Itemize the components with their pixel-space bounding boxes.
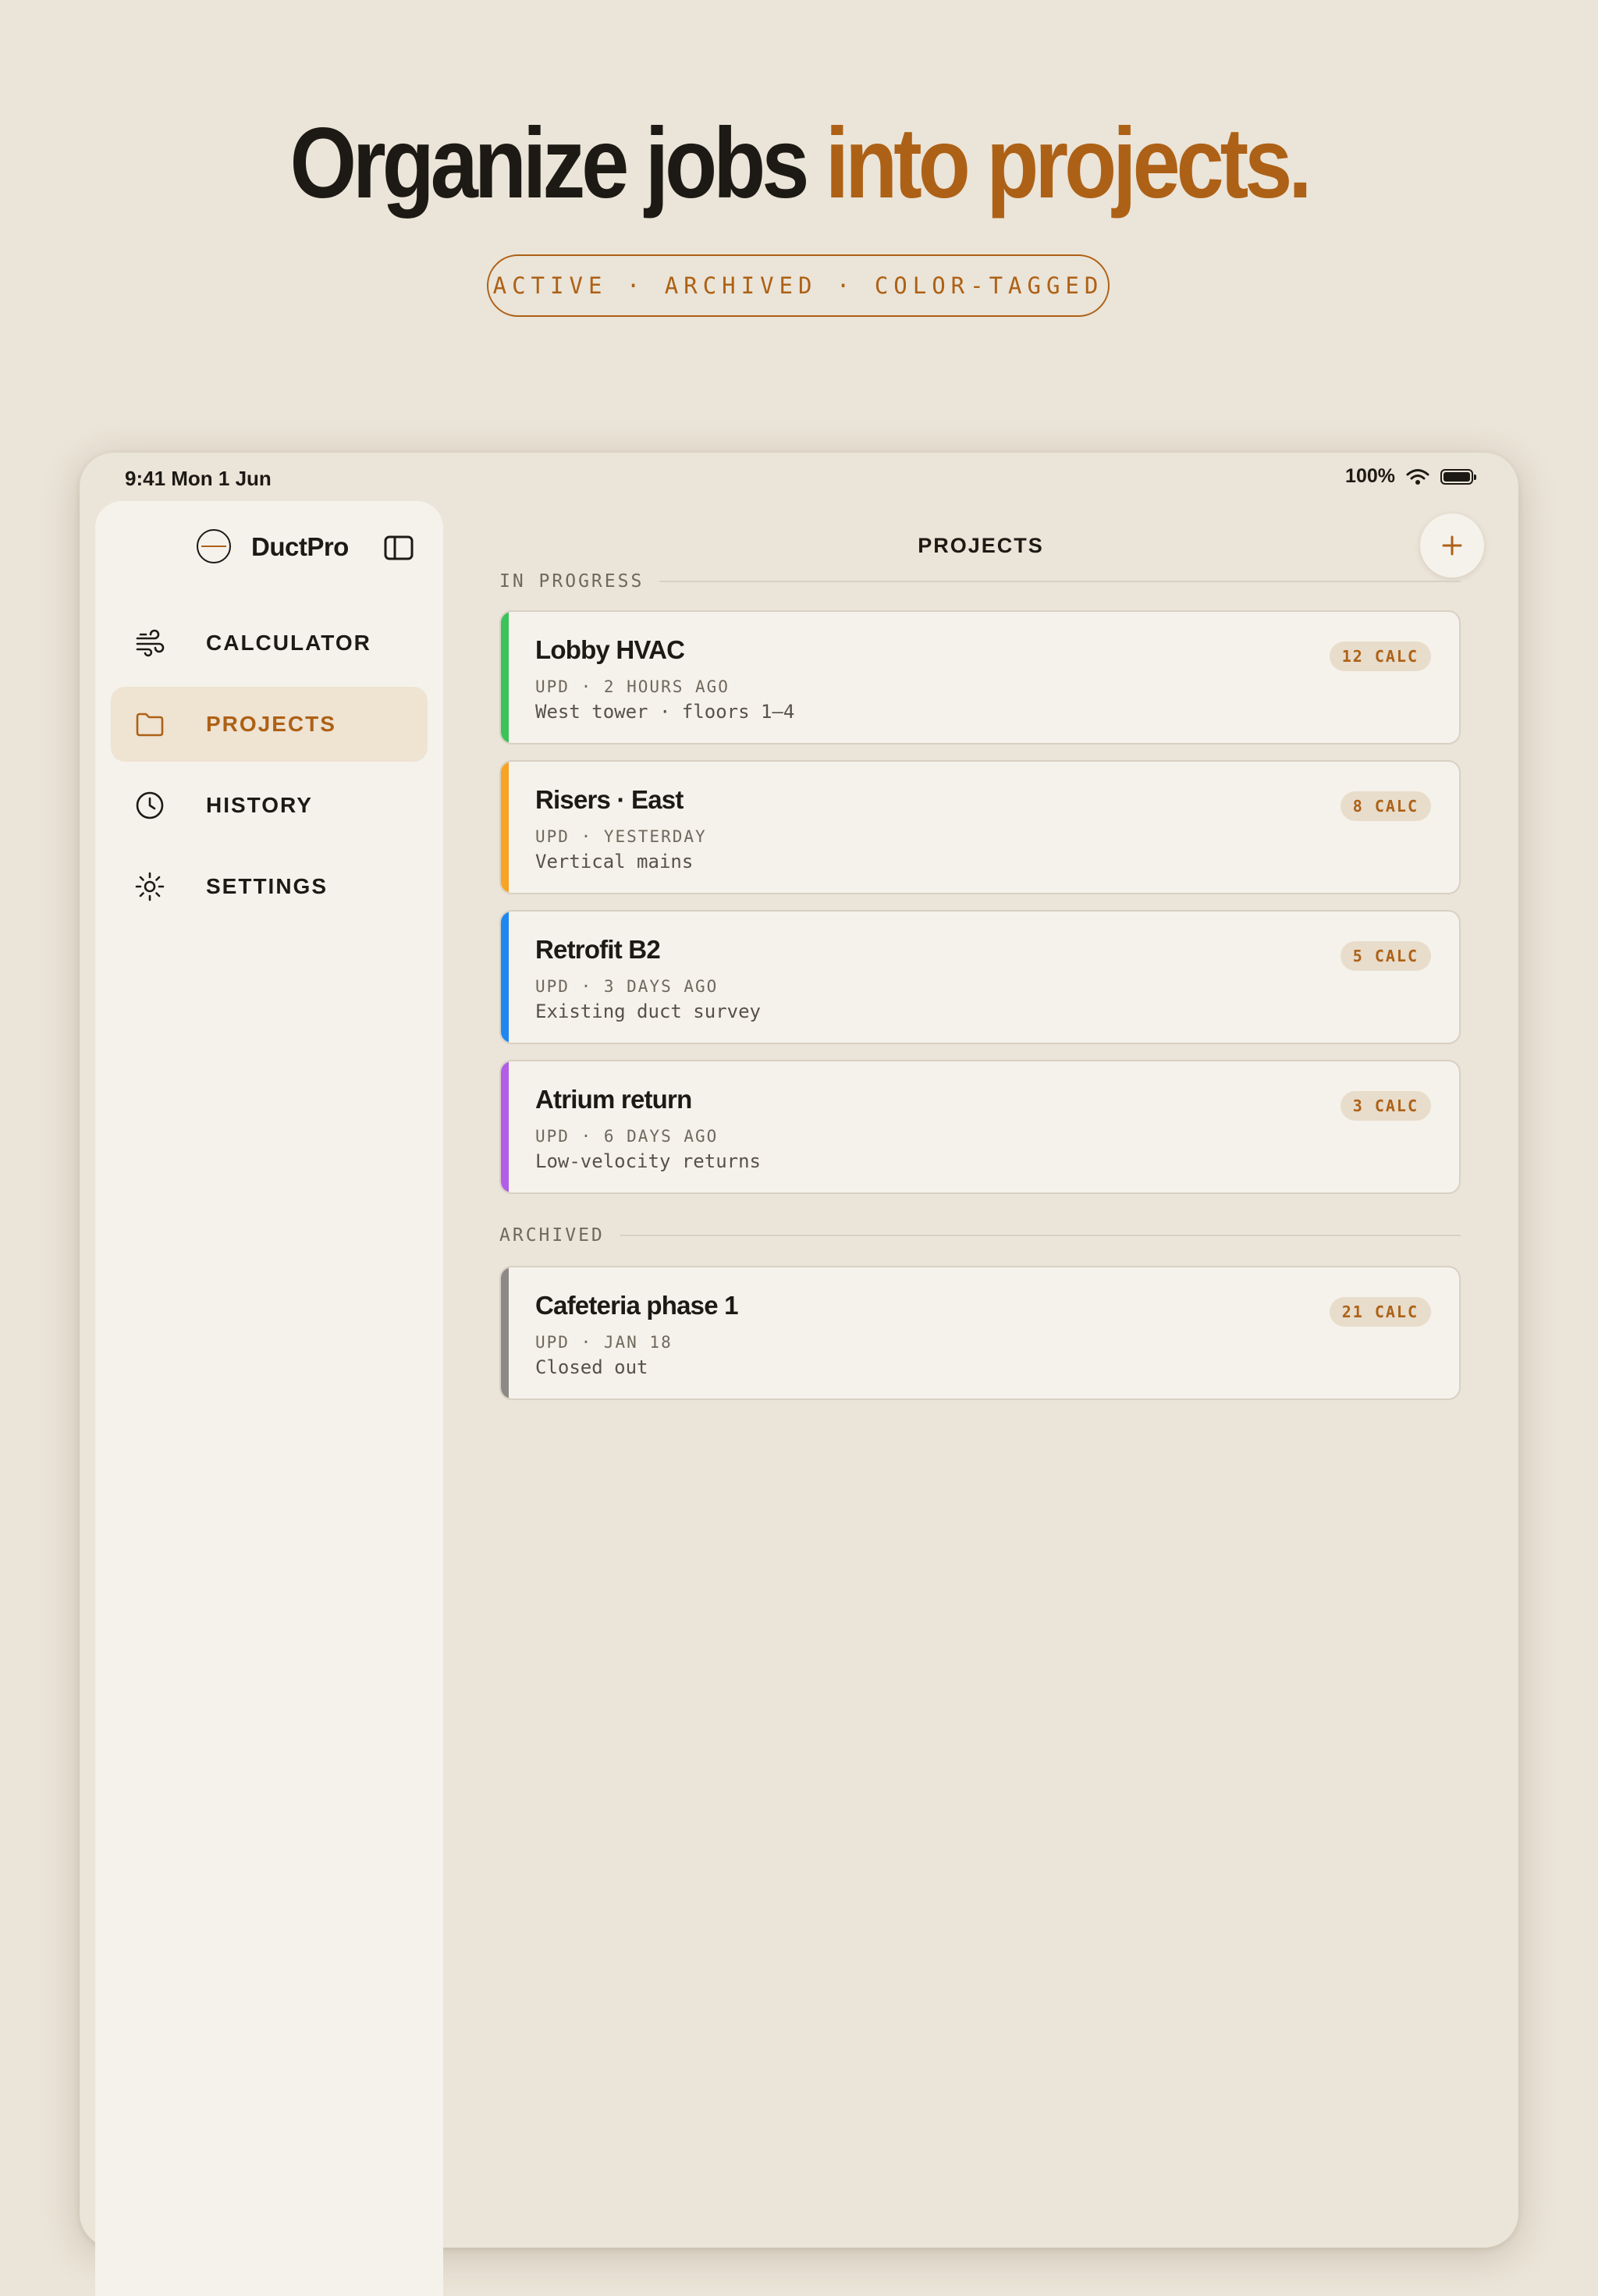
calc-count-badge: 21 CALC <box>1329 1297 1431 1327</box>
gear-icon <box>135 872 165 901</box>
project-name: Lobby HVAC <box>535 635 685 664</box>
sidebar-nav: CALCULATOR PROJECTS HISTORY SETTINGS <box>111 606 428 930</box>
project-color-tag <box>501 612 509 743</box>
project-color-tag <box>501 762 509 893</box>
calc-count-badge: 5 CALC <box>1340 941 1431 971</box>
project-updated: UPD · YESTERDAY <box>535 827 707 846</box>
section-divider <box>659 581 1461 582</box>
sidebar-item-label: HISTORY <box>206 793 313 817</box>
project-card[interactable]: Lobby HVAC UPD · 2 HOURS AGO West tower · … <box>499 610 1461 745</box>
add-project-button[interactable] <box>1420 514 1484 578</box>
project-description: Closed out <box>535 1356 648 1378</box>
sidebar-header: DuctPro <box>95 501 443 602</box>
project-color-tag <box>501 912 509 1043</box>
project-color-tag <box>501 1061 509 1192</box>
project-description: West tower · floors 1–4 <box>535 701 795 723</box>
project-name: Atrium return <box>535 1085 692 1114</box>
section-divider <box>620 1235 1461 1236</box>
project-card[interactable]: Atrium return UPD · 6 DAYS AGO Low-velocit… <box>499 1060 1461 1194</box>
hero-title-accent: into projects. <box>825 108 1312 219</box>
calc-count-badge: 12 CALC <box>1329 642 1431 671</box>
calc-count-badge: 3 CALC <box>1340 1091 1431 1121</box>
sidebar-item-label: CALCULATOR <box>206 631 371 655</box>
project-card[interactable]: Risers · East UPD · YESTERDAY Vertical mai… <box>499 760 1461 894</box>
project-updated: UPD · 2 HOURS AGO <box>535 677 730 696</box>
project-description: Vertical mains <box>535 851 694 873</box>
section-header-archived: ARCHIVED <box>499 1224 1461 1247</box>
app-name: DuctPro <box>251 532 349 561</box>
tablet-frame: 9:41 Mon 1 Jun 100% DuctPro CALCULATOR P… <box>80 453 1518 2296</box>
plus-icon <box>1442 535 1462 556</box>
wifi-icon <box>1406 468 1429 485</box>
project-color-tag <box>501 1267 509 1399</box>
project-updated: UPD · 6 DAYS AGO <box>535 1127 719 1146</box>
sidebar-item-projects[interactable]: PROJECTS <box>111 687 428 762</box>
project-description: Low-velocity returns <box>535 1150 761 1172</box>
page-title: PROJECTS <box>918 534 1044 557</box>
folder-icon <box>136 713 164 737</box>
app-logo <box>197 529 231 563</box>
sidebar-item-settings[interactable]: SETTINGS <box>111 849 428 924</box>
project-updated: UPD · 3 DAYS AGO <box>535 977 719 996</box>
calc-count-badge: 8 CALC <box>1340 791 1431 821</box>
battery-icon <box>1440 468 1476 485</box>
hero-tagline: ACTIVE · ARCHIVED · COLOR-TAGGED <box>487 254 1110 317</box>
section-header-in-progress: IN PROGRESS <box>499 570 1461 593</box>
battery-percent: 100% <box>1345 465 1395 487</box>
sidebar-item-history[interactable]: HISTORY <box>111 768 428 843</box>
status-time: 9:41 Mon 1 Jun <box>125 467 272 490</box>
section-title: IN PROGRESS <box>499 571 645 592</box>
project-card[interactable]: Cafeteria phase 1 UPD · JAN 18 Closed out 2… <box>499 1266 1461 1400</box>
project-name: Risers · East <box>535 785 684 814</box>
project-name: Retrofit B2 <box>535 935 661 964</box>
projects-panel: PROJECTS IN PROGRESS Lobby HVAC UPD · 2 HO… <box>443 501 1518 2218</box>
hero-title-dark: Organize jobs <box>289 108 809 219</box>
project-card[interactable]: Retrofit B2 UPD · 3 DAYS AGO Existing duct… <box>499 910 1461 1044</box>
project-name: Cafeteria phase 1 <box>535 1291 739 1320</box>
sidebar-item-calculator[interactable]: CALCULATOR <box>111 606 428 681</box>
battery-fill <box>1444 471 1470 482</box>
clock-icon <box>136 791 164 819</box>
project-updated: UPD · JAN 18 <box>535 1333 673 1352</box>
project-description: Existing duct survey <box>535 1001 761 1022</box>
sidebar-item-label: PROJECTS <box>206 712 336 736</box>
status-indicators: 100% <box>1345 465 1476 488</box>
sidebar-item-label: SETTINGS <box>206 874 328 898</box>
sidebar-toggle-icon[interactable] <box>384 535 414 560</box>
hero-headline: Organize jobs into projects. <box>112 109 1486 219</box>
sidebar: DuctPro CALCULATOR PROJECTS HISTORY SETT… <box>95 501 443 2296</box>
section-title: ARCHIVED <box>499 1225 605 1246</box>
wind-icon <box>136 629 165 657</box>
